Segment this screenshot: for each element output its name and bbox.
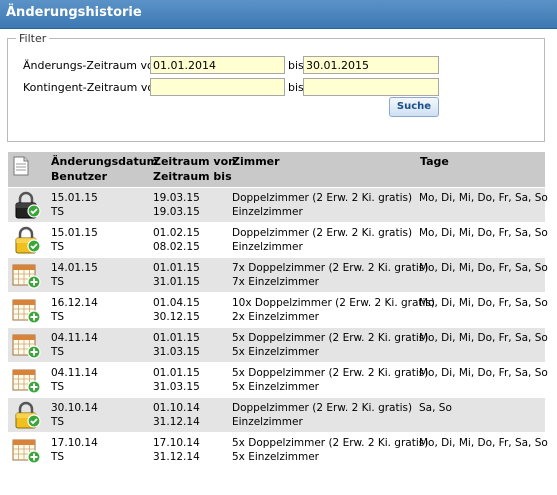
room-secondary: 5x Einzelzimmer xyxy=(232,346,319,358)
user: TS xyxy=(51,241,65,253)
user: TS xyxy=(51,311,65,323)
search-button[interactable]: Suche xyxy=(389,97,439,117)
table-body: 15.01.15 TS 19.03.15 19.03.15 Doppelzimmer (… xyxy=(8,187,548,467)
lock-check-icon xyxy=(15,401,41,429)
table-row[interactable]: 16.12.14 TS 01.04.15 30.12.15 10x Doppelzimm… xyxy=(8,292,548,327)
period-from: 01.10.14 xyxy=(153,402,200,414)
period-to: 31.01.15 xyxy=(153,276,200,288)
period-to: 30.12.15 xyxy=(153,311,200,323)
table-row[interactable]: 04.11.14 TS 01.01.15 31.03.15 5x Doppelzimme… xyxy=(8,327,548,362)
room-primary: 5x Doppelzimmer (2 Erw. 2 Ki. gratis) xyxy=(232,332,429,344)
table-row[interactable]: 17.10.14 TS 17.10.14 31.12.14 5x Doppelzimme… xyxy=(8,432,548,467)
user: TS xyxy=(51,451,65,463)
change-bis-label: bis xyxy=(288,59,304,72)
days: Mo, Di, Mi, Do, Fr, Sa, So xyxy=(419,437,548,449)
change-date: 15.01.15 xyxy=(51,192,98,204)
period-to: 31.03.15 xyxy=(153,346,200,358)
user: TS xyxy=(51,381,65,393)
header-period-to[interactable]: Zeitraum bis xyxy=(153,170,232,184)
period-from: 19.03.15 xyxy=(153,192,200,204)
table-row[interactable]: 04.11.14 TS 01.01.15 31.03.15 5x Doppelzimme… xyxy=(8,362,548,397)
period-from: 01.01.15 xyxy=(153,367,200,379)
document-icon xyxy=(13,156,29,176)
period-from: 01.01.15 xyxy=(153,262,200,274)
lock-check-icon xyxy=(15,226,41,254)
days: Mo, Di, Mi, Do, Fr, Sa, So xyxy=(419,367,548,379)
table-row[interactable]: 15.01.15 TS 19.03.15 19.03.15 Doppelzimmer (… xyxy=(8,187,548,222)
header-user[interactable]: Benutzer xyxy=(51,170,107,184)
calendar-add-icon xyxy=(12,439,41,464)
quota-to-input[interactable] xyxy=(303,78,439,96)
change-date: 17.10.14 xyxy=(51,437,98,449)
room-secondary: 7x Einzelzimmer xyxy=(232,276,319,288)
period-to: 19.03.15 xyxy=(153,206,200,218)
table-row[interactable]: 30.10.14 TS 01.10.14 31.12.14 Doppelzimmer (… xyxy=(8,397,545,432)
period-from: 01.04.15 xyxy=(153,297,200,309)
calendar-add-icon xyxy=(12,264,41,289)
room-primary: 7x Doppelzimmer (2 Erw. 2 Ki. gratis) xyxy=(232,262,429,274)
lock-check-icon xyxy=(15,191,41,219)
user: TS xyxy=(51,276,65,288)
header-change-date[interactable]: Änderungsdatum xyxy=(51,155,158,169)
days: Mo, Di, Mi, Do, Fr, Sa, So xyxy=(419,192,548,204)
days: Mo, Di, Mi, Do, Fr, Sa, So xyxy=(419,332,548,344)
room-secondary: 5x Einzelzimmer xyxy=(232,451,319,463)
calendar-add-icon xyxy=(12,369,41,394)
header-rooms[interactable]: Zimmer xyxy=(232,155,280,169)
change-date: 30.10.14 xyxy=(51,402,98,414)
table-row[interactable]: 15.01.15 TS 01.02.15 08.02.15 Doppelzimmer (… xyxy=(8,222,548,257)
quota-bis-label: bis xyxy=(288,81,304,94)
room-primary: 5x Doppelzimmer (2 Erw. 2 Ki. gratis) xyxy=(232,367,429,379)
period-to: 31.03.15 xyxy=(153,381,200,393)
change-date: 04.11.14 xyxy=(51,332,98,344)
room-secondary: 2x Einzelzimmer xyxy=(232,311,319,323)
period-to: 08.02.15 xyxy=(153,241,200,253)
room-secondary: Einzelzimmer xyxy=(232,241,303,253)
user: TS xyxy=(51,346,65,358)
change-to-input[interactable] xyxy=(303,56,439,74)
days: Mo, Di, Mi, Do, Fr, Sa, So xyxy=(419,262,548,274)
table-header: Änderungsdatum Benutzer Zeitraum von Zei… xyxy=(8,152,545,187)
days: Mo, Di, Mi, Do, Fr, Sa, So xyxy=(419,227,548,239)
calendar-add-icon xyxy=(12,334,41,359)
room-primary: 10x Doppelzimmer (2 Erw. 2 Ki. gratis) xyxy=(232,297,436,309)
days: Sa, So xyxy=(419,402,452,414)
change-period-label: Änderungs-Zeitraum von: xyxy=(23,59,165,72)
change-date: 15.01.15 xyxy=(51,227,98,239)
room-primary: Doppelzimmer (2 Erw. 2 Ki. gratis) xyxy=(232,402,413,414)
change-from-input[interactable] xyxy=(150,56,285,74)
period-to: 31.12.14 xyxy=(153,451,200,463)
user: TS xyxy=(51,416,65,428)
period-to: 31.12.14 xyxy=(153,416,200,428)
room-primary: 5x Doppelzimmer (2 Erw. 2 Ki. gratis) xyxy=(232,437,429,449)
period-from: 17.10.14 xyxy=(153,437,200,449)
room-primary: Doppelzimmer (2 Erw. 2 Ki. gratis) xyxy=(232,227,413,239)
period-from: 01.02.15 xyxy=(153,227,200,239)
change-date: 16.12.14 xyxy=(51,297,98,309)
room-primary: Doppelzimmer (2 Erw. 2 Ki. gratis) xyxy=(232,192,413,204)
calendar-add-icon xyxy=(12,299,41,324)
period-from: 01.01.15 xyxy=(153,332,200,344)
room-secondary: 5x Einzelzimmer xyxy=(232,381,319,393)
change-date: 04.11.14 xyxy=(51,367,98,379)
history-table: Änderungsdatum Benutzer Zeitraum von Zei… xyxy=(8,152,548,467)
change-date: 14.01.15 xyxy=(51,262,98,274)
filter-legend: Filter xyxy=(19,32,47,45)
room-secondary: Einzelzimmer xyxy=(232,206,303,218)
quota-period-label: Kontingent-Zeitraum von: xyxy=(23,81,165,94)
room-secondary: Einzelzimmer xyxy=(232,416,303,428)
header-days[interactable]: Tage xyxy=(420,155,449,169)
days: Mo, Di, Mi, Do, Fr, Sa, So xyxy=(419,297,548,309)
quota-from-input[interactable] xyxy=(150,78,285,96)
table-row[interactable]: 14.01.15 TS 01.01.15 31.01.15 7x Doppelzimme… xyxy=(8,257,548,292)
user: TS xyxy=(51,206,65,218)
header-period-from[interactable]: Zeitraum von xyxy=(153,155,236,169)
window-title-bar: Änderungshistorie xyxy=(0,0,557,29)
window-title: Änderungshistorie xyxy=(6,5,142,20)
